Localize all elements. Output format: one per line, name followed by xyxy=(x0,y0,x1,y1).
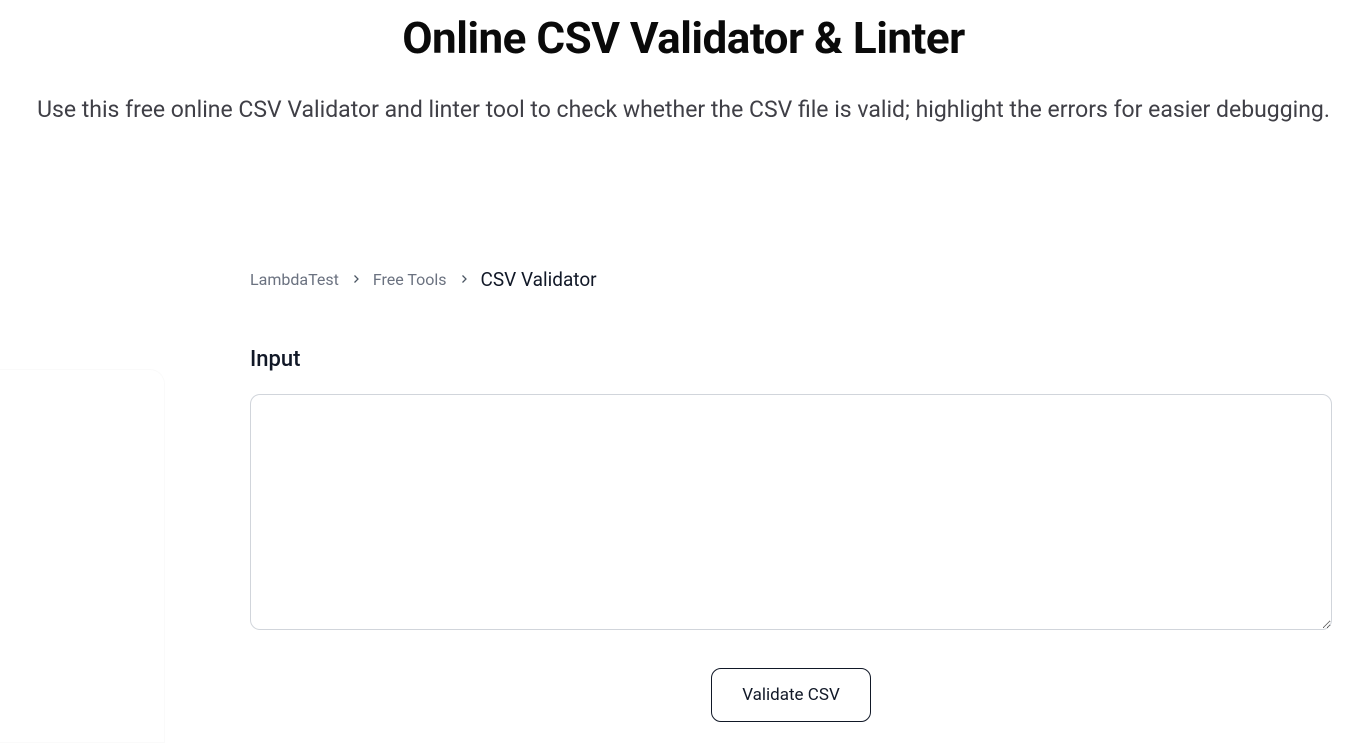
side-panel-edge xyxy=(0,370,164,742)
chevron-right-icon xyxy=(457,272,471,286)
validate-csv-button[interactable]: Validate CSV xyxy=(711,668,871,722)
input-label: Input xyxy=(250,347,1332,372)
chevron-right-icon xyxy=(349,272,363,286)
breadcrumb: LambdaTest Free Tools CSV Validator xyxy=(250,268,1332,291)
csv-input[interactable] xyxy=(250,394,1332,630)
page-subtitle: Use this free online CSV Validator and l… xyxy=(0,92,1367,128)
breadcrumb-current: CSV Validator xyxy=(481,268,597,291)
breadcrumb-link-lambdatest[interactable]: LambdaTest xyxy=(250,270,339,289)
page-title: Online CSV Validator & Linter xyxy=(0,12,1367,64)
breadcrumb-link-free-tools[interactable]: Free Tools xyxy=(373,270,447,289)
